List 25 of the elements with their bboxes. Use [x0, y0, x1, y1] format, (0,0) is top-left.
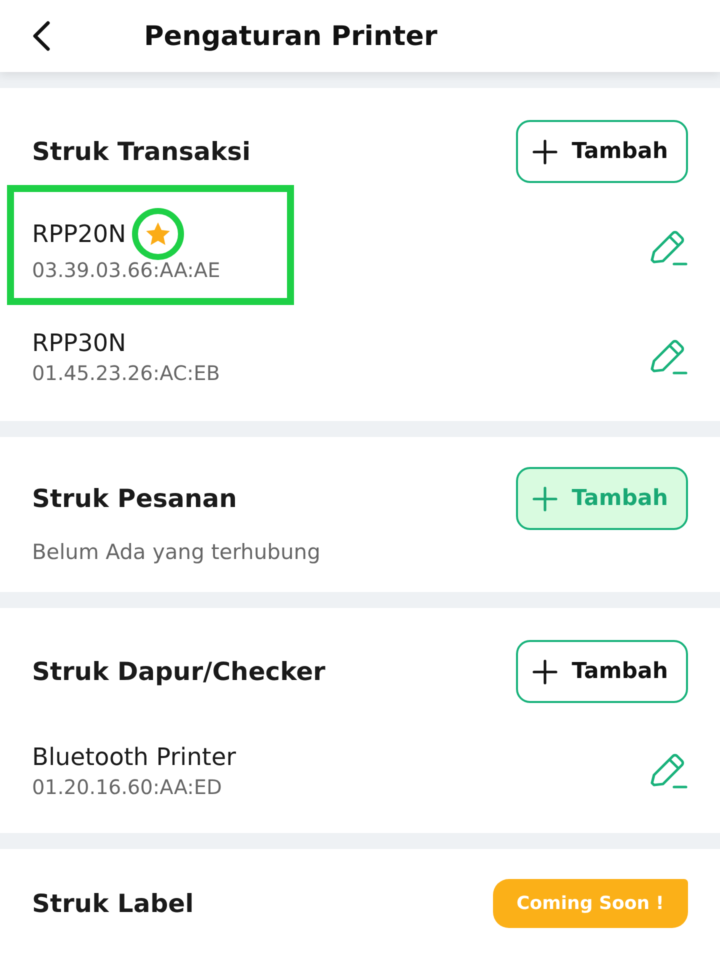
section-title: Struk Label — [32, 889, 194, 918]
edit-button[interactable] — [648, 751, 688, 791]
plus-icon — [532, 138, 558, 164]
printer-address: 03.39.03.66:AA:AE — [32, 258, 220, 282]
printer-name: RPP30N — [32, 329, 126, 357]
edit-button[interactable] — [648, 337, 688, 377]
plus-icon — [532, 658, 558, 684]
add-button[interactable]: Tambah — [516, 120, 688, 183]
section-title: Struk Pesanan — [32, 484, 237, 513]
coming-soon-badge: Coming Soon ! — [492, 879, 688, 928]
edit-button[interactable] — [648, 228, 688, 268]
section-title: Struk Dapur/Checker — [32, 657, 326, 686]
back-icon[interactable] — [30, 20, 52, 52]
section-title: Struk Transaksi — [32, 137, 251, 166]
printer-address: 01.45.23.26:AC:EB — [32, 361, 220, 385]
edit-icon — [648, 337, 688, 377]
edit-icon — [648, 751, 688, 791]
section-subtitle: Belum Ada yang terhubung — [32, 540, 322, 564]
add-button[interactable]: Tambah — [516, 640, 688, 703]
page-title: Pengaturan Printer — [144, 20, 438, 52]
edit-icon — [648, 228, 688, 268]
plus-icon — [532, 486, 558, 512]
printer-name: RPP20N — [32, 220, 126, 248]
printer-name: Bluetooth Printer — [32, 743, 236, 771]
printer-address: 01.20.16.60:AA:ED — [32, 775, 223, 799]
